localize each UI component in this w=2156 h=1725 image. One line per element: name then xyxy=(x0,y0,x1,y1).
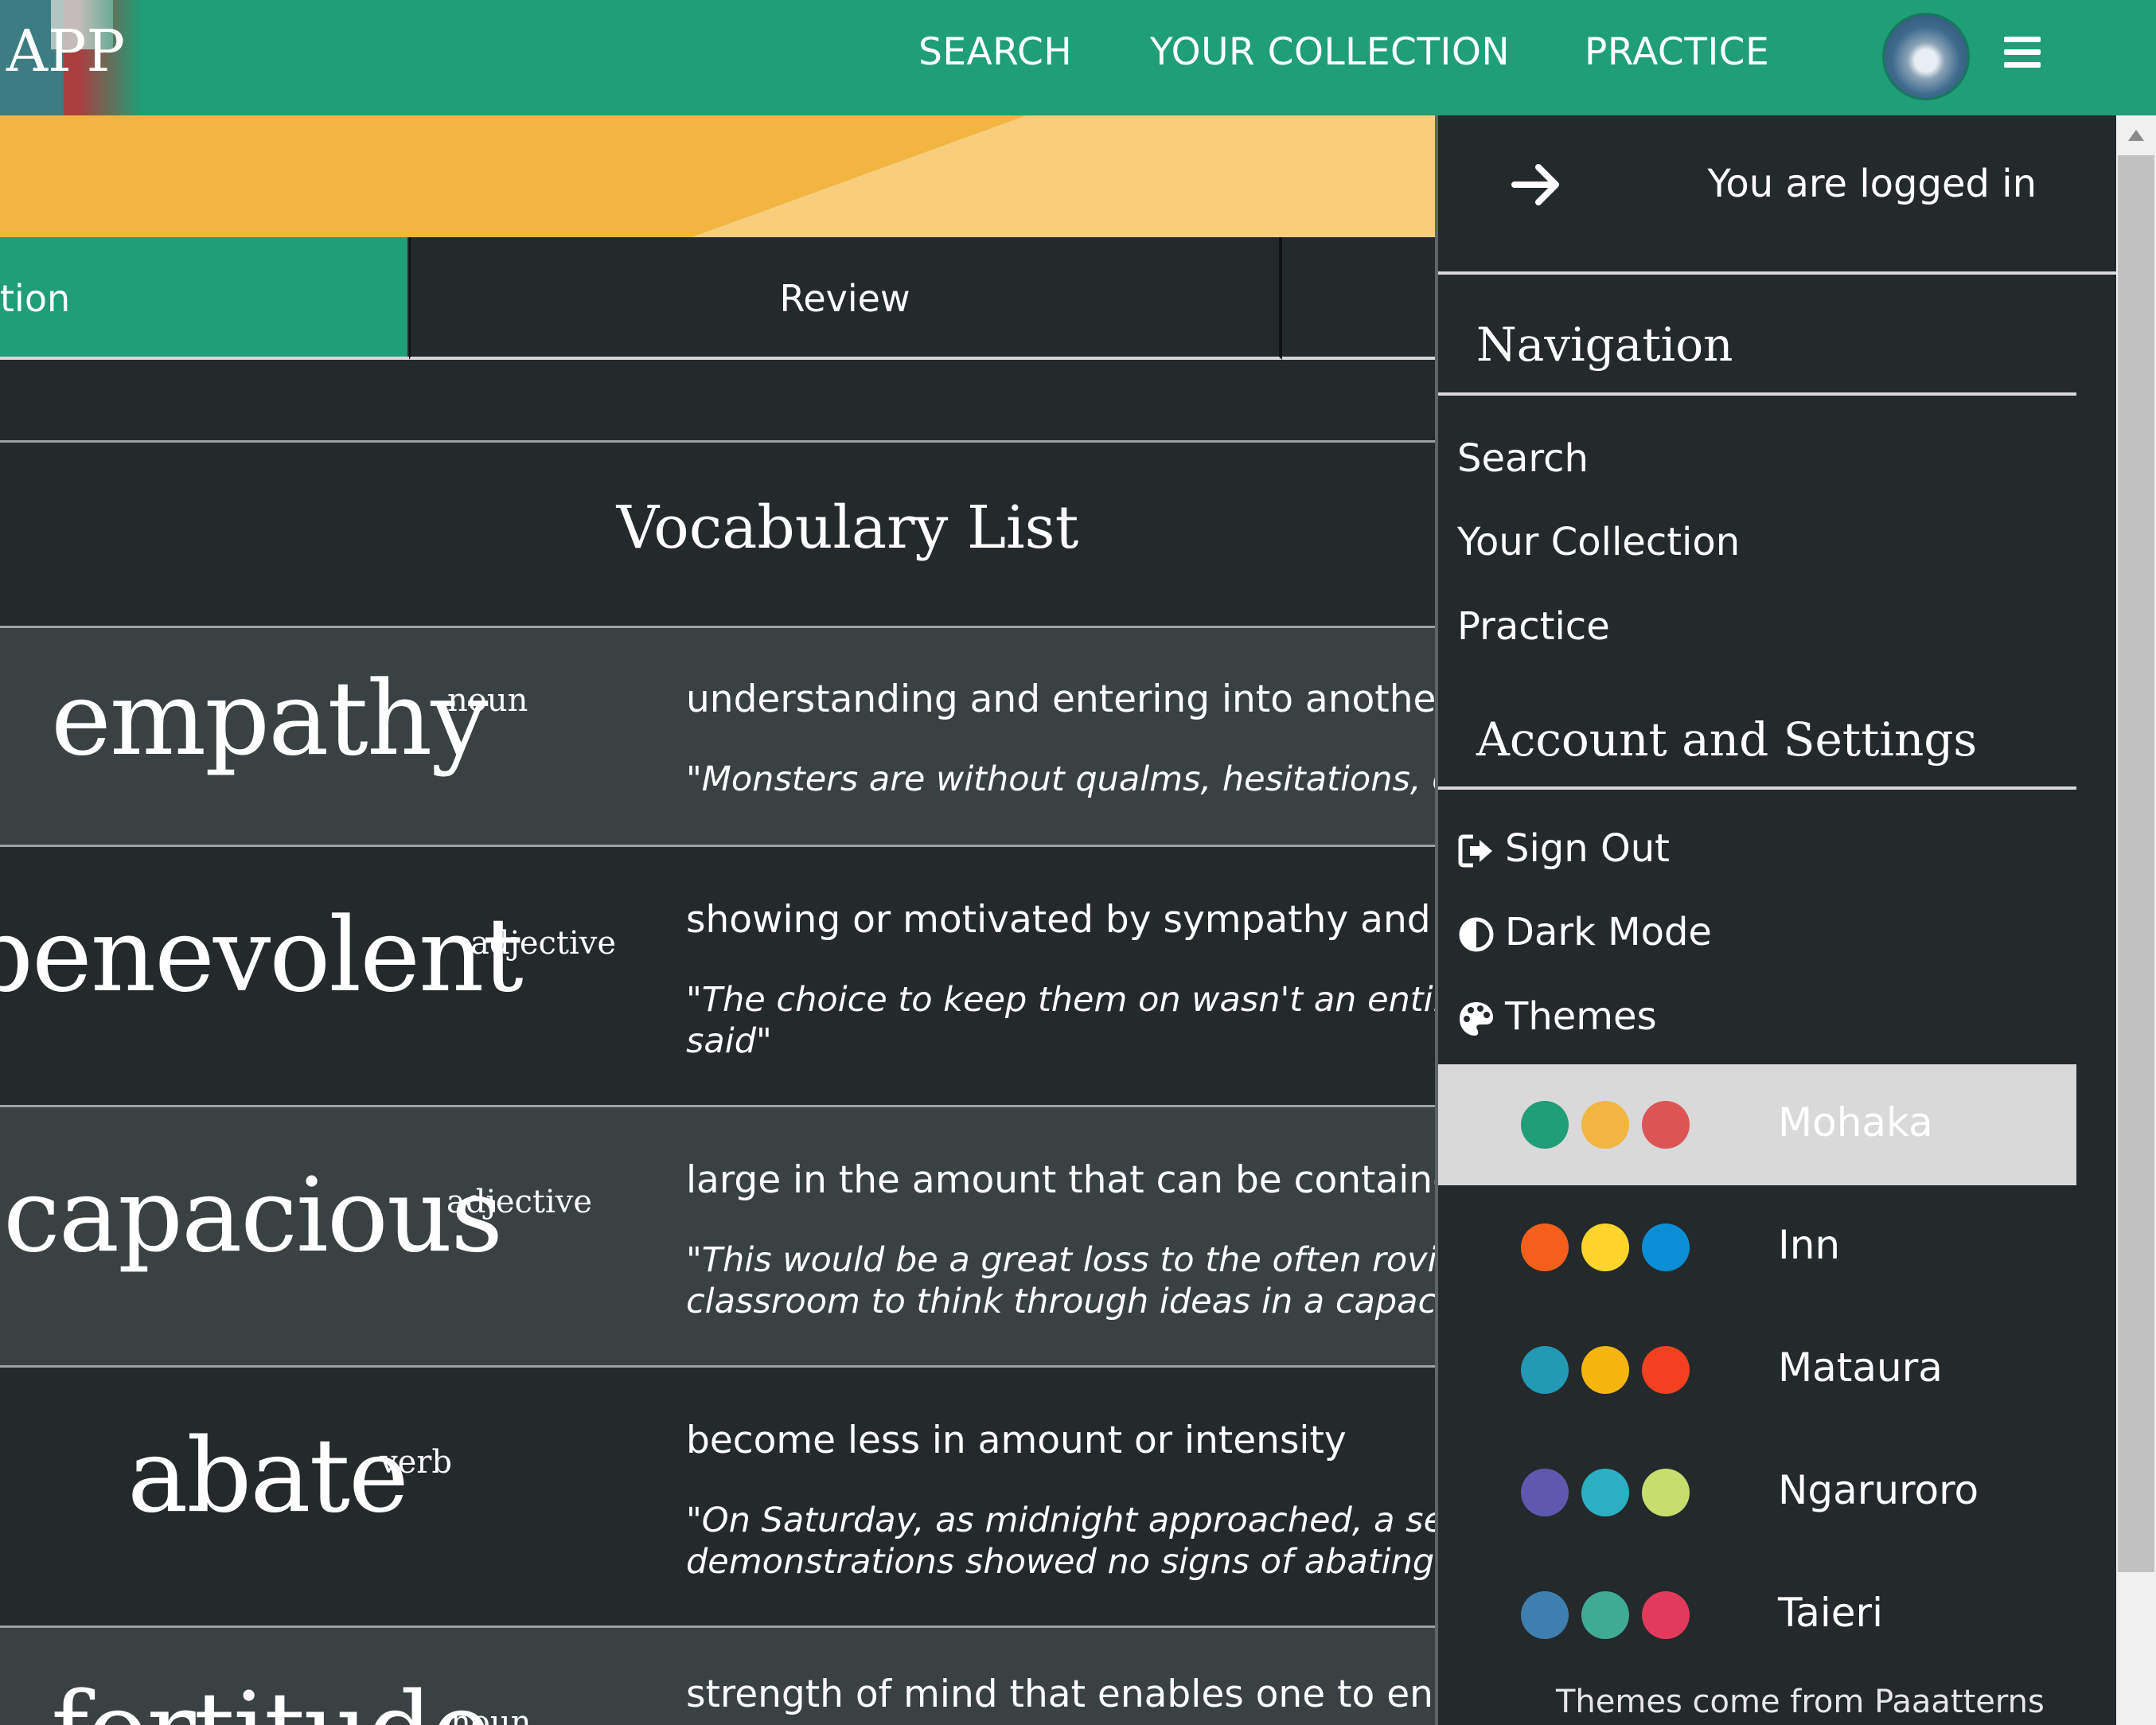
definition: strength of mind that enables one to end… xyxy=(686,1672,1435,1716)
theme-color-swatch xyxy=(1521,1346,1569,1394)
themes-item[interactable]: Themes xyxy=(1457,994,1657,1039)
panel-nav-your-collection[interactable]: Your Collection xyxy=(1457,520,1740,564)
theme-option-mataura[interactable]: Mataura xyxy=(1438,1309,2076,1430)
part-of-speech: noun xyxy=(450,1704,532,1725)
vocab-word: abate xyxy=(127,1417,409,1536)
theme-color-swatch xyxy=(1642,1469,1690,1516)
theme-color-swatch xyxy=(1581,1224,1629,1271)
scroll-up-arrow-icon[interactable] xyxy=(2128,130,2144,141)
theme-option-taieri[interactable]: Taieri xyxy=(1438,1555,2076,1676)
sign-out-button[interactable]: Sign Out xyxy=(1457,826,1670,871)
themes-label: Themes xyxy=(1505,994,1657,1039)
side-panel: You are logged in Navigation Search Your… xyxy=(1438,115,2116,1725)
avatar[interactable] xyxy=(1882,13,1970,100)
theme-option-mohaka[interactable]: Mohaka xyxy=(1438,1064,2076,1185)
part-of-speech: adjective xyxy=(470,925,617,962)
tab-row: tion Review xyxy=(0,237,1435,363)
list-item[interactable]: abate verb become less in amount or inte… xyxy=(0,1368,1435,1625)
nav-search[interactable]: SEARCH xyxy=(918,30,1072,74)
part-of-speech: verb xyxy=(380,1444,452,1481)
nav-your-collection[interactable]: YOUR COLLECTION xyxy=(1150,30,1510,74)
theme-color-swatch xyxy=(1581,1101,1629,1149)
navigation-heading: Navigation xyxy=(1476,318,1733,372)
vocab-word: empathy xyxy=(51,660,489,779)
theme-color-swatch xyxy=(1581,1469,1629,1516)
sign-out-icon xyxy=(1458,834,1492,868)
account-settings-heading: Account and Settings xyxy=(1476,712,1978,767)
theme-color-swatch xyxy=(1521,1224,1569,1271)
theme-name: Mataura xyxy=(1778,1344,1943,1391)
example: "On Saturday, as midnight approached, a … xyxy=(686,1501,1435,1582)
close-panel-arrow-icon[interactable] xyxy=(1510,157,1565,213)
dark-mode-toggle[interactable]: Dark Mode xyxy=(1457,910,1712,954)
example: "Monsters are without qualms, hesitation… xyxy=(686,759,1435,799)
dark-mode-label: Dark Mode xyxy=(1505,910,1712,954)
example: "This would be a great loss to the often… xyxy=(686,1240,1435,1321)
theme-color-swatch xyxy=(1581,1346,1629,1394)
theme-name: Ngaruroro xyxy=(1778,1467,1979,1513)
theme-option-ngaruroro[interactable]: Ngaruroro xyxy=(1438,1432,2076,1553)
theme-color-swatch xyxy=(1521,1469,1569,1516)
theme-name: Inn xyxy=(1778,1222,1841,1268)
theme-color-swatch xyxy=(1581,1591,1629,1639)
list-item[interactable]: empathy noun understanding and entering … xyxy=(0,628,1435,845)
theme-color-swatch xyxy=(1521,1591,1569,1639)
list-item[interactable]: benevolent adjective showing or motivate… xyxy=(0,847,1435,1105)
contrast-icon xyxy=(1459,917,1494,952)
panel-nav-practice[interactable]: Practice xyxy=(1457,604,1610,649)
app-logo[interactable]: APP xyxy=(0,0,142,115)
theme-name: Mohaka xyxy=(1778,1099,1933,1145)
scrollbar-thumb[interactable] xyxy=(2118,155,2154,1572)
nav-practice[interactable]: PRACTICE xyxy=(1585,30,1769,74)
list-item[interactable]: capacious adjective large in the amount … xyxy=(0,1107,1435,1365)
vocab-word: benevolent xyxy=(0,896,524,1015)
tab-review-label: Review xyxy=(779,277,910,320)
theme-color-swatch xyxy=(1521,1101,1569,1149)
part-of-speech: noun xyxy=(447,682,528,719)
vocab-word: fortitude xyxy=(51,1671,492,1725)
part-of-speech: adjective xyxy=(446,1184,593,1220)
themes-attribution: Themes come from Paaatterns xyxy=(1556,1684,2045,1720)
divider xyxy=(1438,271,2116,275)
divider xyxy=(1438,392,2076,396)
tab-collection-label: tion xyxy=(0,277,71,320)
theme-color-swatch xyxy=(1642,1346,1690,1394)
theme-color-swatch xyxy=(1642,1224,1690,1271)
login-status: You are logged in xyxy=(1707,162,2037,206)
top-bar: APP SEARCH YOUR COLLECTION PRACTICE xyxy=(0,0,2156,115)
hamburger-menu-icon[interactable] xyxy=(2004,37,2041,68)
logo-text: APP xyxy=(6,18,125,84)
sign-out-label: Sign Out xyxy=(1505,826,1670,871)
divider xyxy=(1438,786,2076,790)
hero-banner xyxy=(0,115,1435,237)
definition: large in the amount that can be containe… xyxy=(686,1158,1435,1202)
scrollbar[interactable] xyxy=(2116,115,2156,1725)
palette-icon xyxy=(1460,1002,1493,1036)
example: "The choice to keep them on wasn't an en… xyxy=(686,980,1435,1061)
tab-collection[interactable]: tion xyxy=(0,237,407,360)
tab-underline xyxy=(0,357,409,360)
divider xyxy=(0,440,1435,443)
tab-partial[interactable] xyxy=(1282,237,1435,360)
panel-nav-search[interactable]: Search xyxy=(1457,436,1589,481)
theme-color-swatch xyxy=(1642,1101,1690,1149)
definition: become less in amount or intensity xyxy=(686,1419,1347,1462)
theme-option-inn[interactable]: Inn xyxy=(1438,1187,2076,1308)
definition: understanding and entering into another'… xyxy=(686,677,1435,721)
vocab-word: capacious xyxy=(3,1157,503,1275)
theme-color-swatch xyxy=(1642,1591,1690,1639)
list-item[interactable]: fortitude noun strength of mind that ena… xyxy=(0,1628,1435,1725)
tab-review[interactable]: Review xyxy=(409,237,1282,360)
definition: showing or motivated by sympathy and ur xyxy=(686,898,1435,942)
theme-name: Taieri xyxy=(1778,1590,1884,1636)
